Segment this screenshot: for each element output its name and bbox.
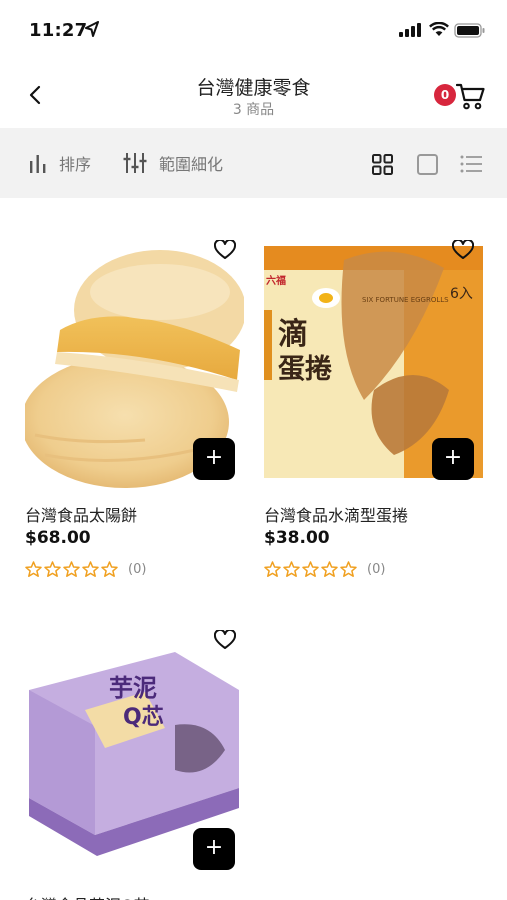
favorite-heart-icon[interactable] [214,630,236,650]
product-price: $38.00 [264,528,330,548]
egg-roll-count-text: 6入 [450,286,473,302]
add-to-cart-button[interactable]: + [193,828,235,870]
star-rating-icons [264,561,357,577]
favorite-heart-icon[interactable] [214,240,236,260]
egg-roll-line-text: SIX FORTUNE EGGROLLS [362,296,449,304]
filter-button[interactable]: 範圍細化 [123,150,223,176]
product-card-sun-cake[interactable]: + 台灣食品太陽餅 $68.00 (0) [25,240,244,585]
grid-view-icon[interactable] [372,154,393,175]
product-name[interactable]: 台灣食品太陽餅 [25,502,137,526]
battery-icon [454,23,485,38]
single-view-icon[interactable] [417,154,438,175]
product-rating: (0) [25,561,146,578]
cellular-signal-icon [399,23,421,37]
star-rating-icons [25,561,118,577]
product-count: 3 商品 [232,102,275,118]
product-card-egg-roll[interactable]: 六福 SIX FORTUNE EGGROLLS 滴 蛋捲 6入 + 台灣食品水滴… [264,240,483,585]
taro-title1-text: 芋泥 [109,674,157,702]
taro-title2-text: Q芯 [123,705,164,730]
add-to-cart-button[interactable]: + [432,438,474,480]
rating-count: (0) [367,562,386,577]
wifi-icon [429,22,449,36]
cart-button[interactable]: 0 [432,80,486,112]
product-name[interactable]: 台灣食品芋泥Q芯 [25,892,150,900]
product-rating: (0) [264,561,385,578]
nav-header: 台灣健康零食 3 商品 0 [0,60,507,128]
favorite-heart-icon[interactable] [452,240,474,260]
status-time: 11:27 [29,20,88,41]
egg-roll-big2-text: 蛋捲 [278,354,332,385]
add-to-cart-button[interactable]: + [193,438,235,480]
cart-icon [456,83,485,110]
status-bar: 11:27 [0,0,507,60]
filter-label: 範圍細化 [159,155,224,174]
product-name[interactable]: 台灣食品水滴型蛋捲 [264,502,408,526]
product-price: $68.00 [25,528,91,548]
sort-button[interactable]: 排序 [29,150,91,176]
location-arrow-icon [85,21,99,37]
sort-filter-toolbar: 排序 範圍細化 [0,128,507,198]
rating-count: (0) [128,562,147,577]
egg-roll-big-text: 滴 [278,317,308,352]
list-view-icon[interactable] [460,155,482,173]
bar-chart-icon [30,155,46,173]
page-title: 台灣健康零食 [196,77,311,99]
sort-label: 排序 [59,155,92,174]
cart-count-badge: 0 [434,84,456,106]
egg-roll-brand-text: 六福 [266,274,286,287]
product-card-taro-q[interactable]: 芋泥 Q芯 + 台灣食品芋泥Q芯 [25,630,244,900]
sliders-icon [123,153,147,173]
